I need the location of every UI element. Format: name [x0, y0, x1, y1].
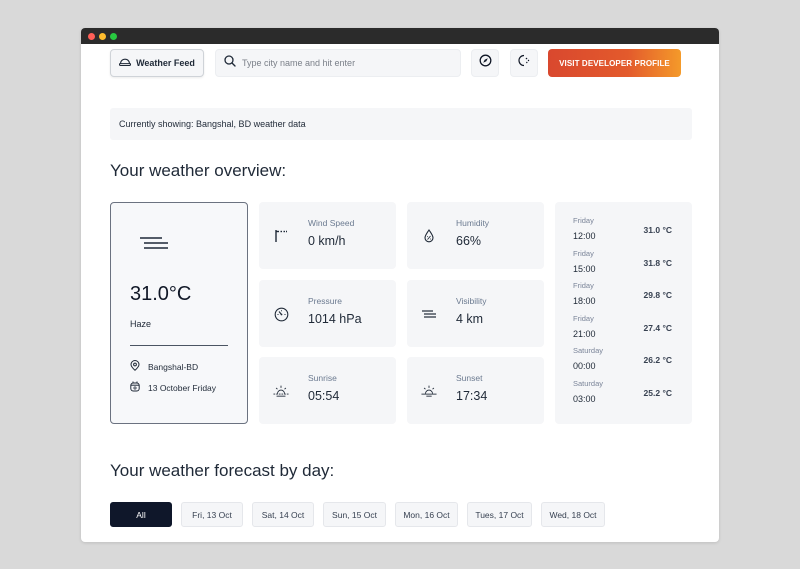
hourly-forecast-card: Friday 12:00 31.0 °C Friday 15:00 31.8 °…	[555, 202, 692, 424]
minimize-window-button[interactable]	[99, 32, 106, 40]
city-search-input[interactable]	[242, 58, 442, 68]
stat-label: Pressure	[308, 296, 343, 306]
stat-label: Humidity	[456, 218, 490, 228]
hourly-temp: 27.4 °C	[643, 322, 672, 333]
stat-value: 1014 hPa	[308, 312, 362, 326]
fog-icon	[421, 306, 437, 322]
overview-heading: Your weather overview:	[110, 161, 287, 180]
hourly-row: Friday 21:00 27.4 °C	[555, 314, 692, 347]
tab-wed-18-oct[interactable]: Wed, 18 Oct	[541, 502, 605, 527]
cloud-icon	[119, 58, 132, 69]
stat-value: 0 km/h	[308, 234, 346, 248]
weather-feed-brand-button[interactable]: Weather Feed	[110, 49, 204, 77]
stat-value: 4 km	[456, 312, 484, 326]
top-navigation: Weather Feed VISIT DEVELOPER PROFILE	[110, 49, 690, 77]
stat-value: 17:34	[456, 389, 488, 403]
hourly-row: Friday 12:00 31.0 °C	[555, 216, 692, 249]
current-condition: Haze	[130, 319, 152, 329]
hourly-day: Saturday	[573, 378, 604, 388]
theme-toggle-button[interactable]	[510, 49, 538, 77]
moon-stars-icon	[517, 54, 531, 72]
visit-developer-profile-button[interactable]: VISIT DEVELOPER PROFILE	[548, 49, 681, 77]
hourly-day: Friday	[573, 248, 594, 258]
hourly-temp: 26.2 °C	[643, 355, 672, 366]
stat-value: 66%	[456, 234, 482, 248]
stat-card-sunset: Sunset 17:34	[407, 357, 544, 424]
hourly-time: 21:00	[573, 328, 596, 339]
tab-sun-15-oct[interactable]: Sun, 15 Oct	[323, 502, 386, 527]
hourly-day: Saturday	[573, 346, 604, 356]
current-temperature: 31.0°C	[130, 283, 192, 305]
compass-icon	[479, 54, 492, 72]
hourly-temp: 31.0 °C	[643, 225, 672, 235]
close-window-button[interactable]	[88, 32, 95, 40]
hourly-time: 12:00	[573, 231, 596, 241]
tab-mon-16-oct[interactable]: Mon, 16 Oct	[395, 502, 458, 527]
stat-value: 05:54	[308, 389, 340, 403]
stat-label: Wind Speed	[308, 218, 355, 228]
hourly-day: Friday	[573, 313, 594, 323]
date-text: 13 October Friday	[148, 382, 217, 393]
stat-card-sunrise: Sunrise 05:54	[259, 357, 396, 424]
hourly-time: 00:00	[573, 361, 596, 372]
hourly-time: 15:00	[573, 263, 596, 274]
hourly-day: Friday	[573, 281, 594, 291]
browser-window: Weather Feed VISIT DEVELOPER PROFILE Cur…	[81, 28, 719, 542]
notice-text: Currently showing: Bangshal, BD weather …	[119, 119, 306, 129]
stat-card-humidity: Humidity 66%	[407, 202, 544, 269]
stat-card-visibility: Visibility 4 km	[407, 280, 544, 347]
current-weather-card: 31.0°C Haze Bangshal-BD 13 October Frida…	[110, 202, 248, 424]
tab-sat-14-oct[interactable]: Sat, 14 Oct	[252, 502, 314, 527]
brand-label: Weather Feed	[136, 58, 195, 68]
hourly-row: Saturday 03:00 25.2 °C	[555, 379, 692, 412]
hourly-row: Saturday 00:00 26.2 °C	[555, 346, 692, 379]
forecast-day-tabs: All Fri, 13 Oct Sat, 14 Oct Sun, 15 Oct …	[110, 502, 605, 527]
locate-me-button[interactable]	[471, 49, 499, 77]
haze-icon	[140, 236, 170, 255]
hourly-time: 03:00	[573, 393, 596, 404]
sunrise-icon	[273, 383, 289, 399]
stat-card-wind-speed: Wind Speed 0 km/h	[259, 202, 396, 269]
hourly-row: Friday 15:00 31.8 °C	[555, 249, 692, 282]
windsock-icon	[273, 228, 289, 244]
tab-fri-13-oct[interactable]: Fri, 13 Oct	[181, 502, 243, 527]
hourly-time: 18:00	[573, 296, 596, 307]
city-search-bar[interactable]	[215, 49, 461, 77]
hourly-temp: 25.2 °C	[643, 387, 672, 398]
hourly-temp: 31.8 °C	[643, 257, 672, 268]
stat-label: Sunset	[456, 373, 483, 383]
search-icon	[224, 54, 236, 72]
hourly-row: Friday 18:00 29.8 °C	[555, 281, 692, 314]
hourly-day: Friday	[573, 216, 594, 225]
current-location-notice: Currently showing: Bangshal, BD weather …	[110, 108, 692, 140]
forecast-heading: Your weather forecast by day:	[110, 461, 335, 480]
calendar-icon	[130, 381, 140, 394]
gauge-icon	[273, 306, 289, 322]
location-row: Bangshal-BD	[130, 360, 198, 373]
tab-all[interactable]: All	[110, 502, 172, 527]
stat-card-pressure: Pressure 1014 hPa	[259, 280, 396, 347]
stat-label: Visibility	[456, 296, 487, 306]
date-row: 13 October Friday	[130, 381, 216, 394]
window-titlebar	[81, 28, 719, 44]
stat-label: Sunrise	[308, 373, 337, 383]
location-text: Bangshal-BD	[148, 361, 199, 372]
sunset-icon	[421, 383, 437, 399]
tab-tues-17-oct[interactable]: Tues, 17 Oct	[467, 502, 532, 527]
card-divider	[130, 345, 228, 346]
droplet-icon	[421, 228, 437, 244]
map-pin-icon	[130, 360, 140, 373]
hourly-temp: 29.8 °C	[643, 290, 672, 301]
maximize-window-button[interactable]	[110, 32, 117, 40]
